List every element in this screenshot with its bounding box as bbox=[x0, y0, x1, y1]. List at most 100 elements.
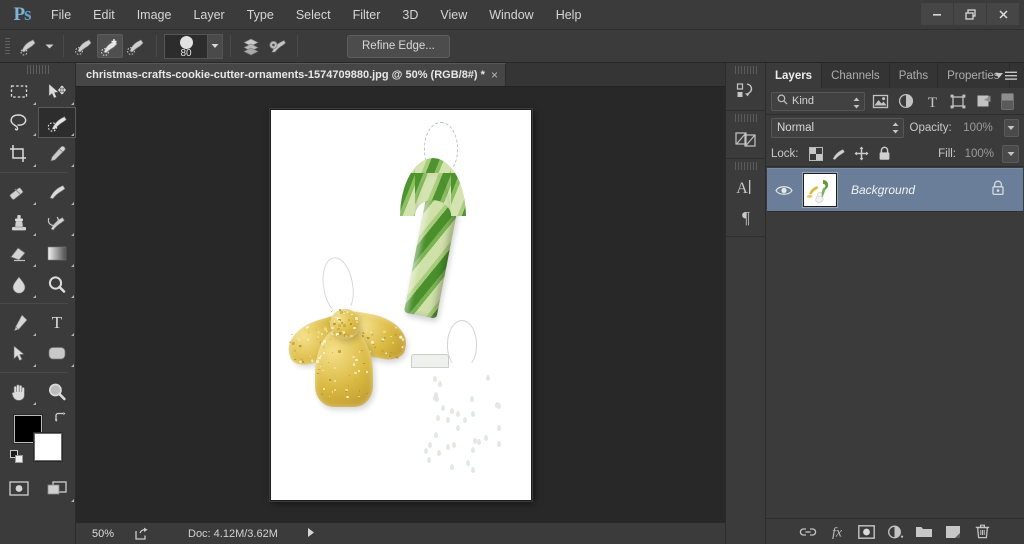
new-layer-icon[interactable] bbox=[942, 521, 964, 543]
layer-list[interactable]: Background bbox=[766, 167, 1024, 518]
lasso-tool[interactable] bbox=[0, 107, 38, 138]
rounded-rectangle-tool[interactable] bbox=[38, 338, 76, 369]
canvas-viewport[interactable] bbox=[76, 87, 725, 522]
share-icon[interactable] bbox=[128, 527, 154, 541]
panel-menu-icon[interactable] bbox=[992, 63, 1020, 88]
menu-window[interactable]: Window bbox=[478, 0, 544, 30]
eyedropper-tool[interactable] bbox=[38, 138, 76, 169]
filter-shape-layers-icon[interactable] bbox=[947, 91, 969, 112]
history-panel-icon[interactable] bbox=[728, 76, 764, 106]
link-layers-icon[interactable] bbox=[797, 521, 819, 543]
menu-image[interactable]: Image bbox=[126, 0, 183, 30]
path-selection-tool[interactable] bbox=[0, 338, 38, 369]
zoom-tool[interactable] bbox=[38, 376, 76, 407]
filter-pixel-layers-icon[interactable] bbox=[869, 91, 891, 112]
filter-kind-select[interactable]: Kind bbox=[771, 92, 865, 111]
rectangular-marquee-tool[interactable] bbox=[0, 76, 38, 107]
menu-view[interactable]: View bbox=[429, 0, 478, 30]
spot-healing-brush-tool[interactable] bbox=[0, 176, 38, 207]
new-selection-mode-button[interactable] bbox=[71, 34, 97, 58]
swap-colors-icon[interactable] bbox=[53, 411, 66, 429]
opacity-slider-dropdown[interactable] bbox=[1004, 119, 1019, 137]
add-to-selection-mode-button[interactable] bbox=[97, 34, 123, 58]
character-panel-icon[interactable]: A bbox=[728, 172, 764, 202]
restore-button[interactable] bbox=[954, 3, 986, 25]
lock-image-pixels-icon[interactable] bbox=[829, 144, 849, 164]
move-tool[interactable] bbox=[38, 76, 76, 107]
blur-tool[interactable] bbox=[0, 269, 38, 300]
close-button[interactable] bbox=[987, 3, 1019, 25]
layer-style-fx-icon[interactable]: fx bbox=[826, 521, 848, 543]
fill-value-field[interactable]: 100% bbox=[959, 145, 997, 163]
close-icon[interactable]: × bbox=[491, 70, 498, 80]
dodge-tool[interactable] bbox=[38, 269, 76, 300]
menu-type[interactable]: Type bbox=[236, 0, 285, 30]
candy-cane-hook bbox=[400, 158, 466, 216]
brush-settings-icon[interactable] bbox=[264, 34, 290, 58]
layer-name-label[interactable]: Background bbox=[851, 183, 915, 197]
image-canvas[interactable] bbox=[270, 109, 532, 501]
adjustments-panel-icon[interactable] bbox=[728, 124, 764, 154]
opacity-value-field[interactable]: 100% bbox=[958, 119, 996, 137]
lock-transparent-pixels-icon[interactable] bbox=[806, 144, 826, 164]
rail-grip[interactable] bbox=[735, 162, 757, 170]
quick-selection-tool[interactable] bbox=[38, 107, 76, 138]
status-bar: 50% Doc: 4.12M/3.62M bbox=[76, 522, 725, 544]
layer-thumbnail[interactable] bbox=[803, 173, 837, 207]
pen-tool[interactable] bbox=[0, 307, 38, 338]
eye-icon[interactable] bbox=[767, 184, 801, 197]
menu-edit[interactable]: Edit bbox=[82, 0, 126, 30]
hand-tool[interactable] bbox=[0, 376, 38, 407]
quick-mask-icon[interactable] bbox=[0, 473, 38, 504]
lock-all-icon[interactable] bbox=[875, 144, 895, 164]
filter-type-layers-icon[interactable]: T bbox=[921, 91, 943, 112]
filter-adjustment-layers-icon[interactable] bbox=[895, 91, 917, 112]
history-brush-tool[interactable] bbox=[38, 207, 76, 238]
blend-mode-select[interactable]: Normal bbox=[771, 118, 904, 138]
screen-mode-icon[interactable] bbox=[38, 473, 76, 504]
lock-position-icon[interactable] bbox=[852, 144, 872, 164]
background-color-swatch[interactable] bbox=[34, 433, 62, 461]
new-group-icon[interactable] bbox=[913, 521, 935, 543]
subtract-from-selection-mode-button[interactable] bbox=[123, 34, 149, 58]
menu-filter[interactable]: Filter bbox=[342, 0, 392, 30]
filter-enable-toggle[interactable] bbox=[1001, 93, 1014, 110]
menu-file[interactable]: File bbox=[40, 0, 82, 30]
document-tab[interactable]: christmas-crafts-cookie-cutter-ornaments… bbox=[76, 63, 506, 86]
eraser-tool[interactable] bbox=[0, 238, 38, 269]
tab-paths[interactable]: Paths bbox=[890, 63, 938, 88]
lock-icon[interactable] bbox=[991, 180, 1005, 201]
tab-channels[interactable]: Channels bbox=[822, 63, 890, 88]
paragraph-panel-icon[interactable]: ¶ bbox=[728, 202, 764, 232]
table-row[interactable]: Background bbox=[767, 168, 1023, 212]
default-colors-icon[interactable] bbox=[10, 450, 24, 469]
tool-preset-dropdown-arrow[interactable] bbox=[42, 34, 56, 58]
clone-stamp-tool[interactable] bbox=[0, 207, 38, 238]
brush-preset-dropdown[interactable] bbox=[208, 34, 223, 59]
refine-edge-button[interactable]: Refine Edge... bbox=[347, 35, 450, 58]
rail-grip[interactable] bbox=[735, 114, 757, 122]
gradient-tool[interactable] bbox=[38, 238, 76, 269]
horizontal-type-tool[interactable]: T bbox=[38, 307, 76, 338]
toolbox-grip[interactable] bbox=[27, 65, 49, 74]
menu-select[interactable]: Select bbox=[285, 0, 342, 30]
play-arrow-icon[interactable] bbox=[306, 527, 316, 541]
zoom-level-field[interactable]: 50% bbox=[76, 528, 128, 540]
minimize-button[interactable] bbox=[921, 3, 953, 25]
filter-smart-object-layers-icon[interactable] bbox=[973, 91, 995, 112]
delete-layer-icon[interactable] bbox=[971, 521, 993, 543]
tab-layers[interactable]: Layers bbox=[766, 63, 822, 88]
menu-layer[interactable]: Layer bbox=[182, 0, 235, 30]
brush-size-preset[interactable]: 80 bbox=[164, 34, 208, 59]
fill-slider-dropdown[interactable] bbox=[1002, 145, 1019, 163]
options-bar-grip[interactable] bbox=[4, 36, 11, 56]
rail-grip[interactable] bbox=[735, 66, 757, 74]
add-layer-mask-icon[interactable] bbox=[855, 521, 877, 543]
sample-all-layers-icon[interactable] bbox=[238, 34, 264, 58]
brush-tool[interactable] bbox=[38, 176, 76, 207]
menu-3d[interactable]: 3D bbox=[391, 0, 429, 30]
tool-preset-picker[interactable] bbox=[16, 34, 42, 58]
crop-tool[interactable] bbox=[0, 138, 38, 169]
menu-help[interactable]: Help bbox=[545, 0, 593, 30]
new-adjustment-layer-icon[interactable] bbox=[884, 521, 906, 543]
